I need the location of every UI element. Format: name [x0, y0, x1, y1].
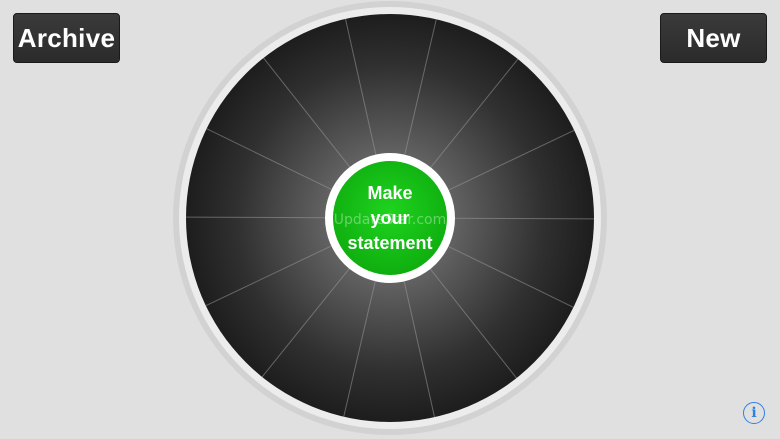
wheel-segment-divider: [185, 216, 329, 219]
statement-wheel: [172, 0, 608, 436]
new-button[interactable]: New: [660, 13, 767, 63]
center-button-bg: [333, 161, 447, 275]
wheel-segment-divider: [451, 217, 595, 220]
info-icon[interactable]: i: [743, 402, 765, 424]
archive-button[interactable]: Archive: [13, 13, 120, 63]
